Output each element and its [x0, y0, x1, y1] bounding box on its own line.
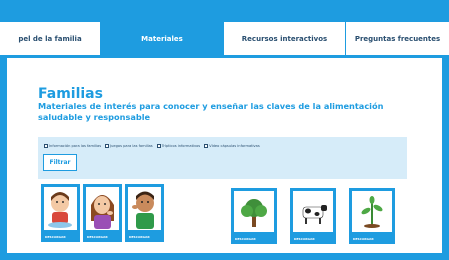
card-download-label: DESCARGAR — [45, 235, 66, 239]
card-download-label: DESCARGAR — [294, 237, 315, 241]
card-download-label: DESCARGAR — [353, 237, 374, 241]
material-card[interactable]: DESCARGAR — [290, 188, 336, 244]
tree-icon — [241, 199, 267, 227]
tab-preguntas-frecuentes[interactable]: Preguntas frecuentes — [346, 22, 449, 55]
tab-materiales[interactable]: Materiales — [101, 22, 223, 55]
filter-option-label: Vídeo cápsulas informativas — [209, 144, 260, 148]
checkbox[interactable] — [204, 144, 209, 148]
filter-option-tripticos[interactable]: Trípticos informativos — [156, 144, 201, 148]
page-subtitle: Materiales de interés para conocer y ens… — [38, 101, 384, 122]
filter-option-video[interactable]: Vídeo cápsulas informativas — [204, 144, 260, 148]
filter-option-label: Trípticos informativos — [161, 144, 201, 148]
cow-icon — [302, 205, 327, 224]
tab-label: Preguntas frecuentes — [354, 34, 441, 43]
girl-thinking-icon — [91, 195, 114, 229]
card-image — [352, 191, 392, 232]
filter-button[interactable]: Filtrar — [43, 154, 77, 171]
material-card[interactable]: DESCARGAR — [41, 184, 80, 242]
card-image — [293, 191, 333, 232]
tab-bar: pel de la familia Materiales Recursos in… — [0, 22, 449, 58]
card-download-label: DESCARGAR — [235, 237, 256, 241]
tab-papel-de-la-familia[interactable]: pel de la familia — [0, 22, 100, 55]
frame-left-border — [0, 58, 7, 260]
tab-label: pel de la familia — [18, 34, 82, 43]
checkbox[interactable] — [156, 144, 161, 148]
tab-recursos-interactivos[interactable]: Recursos interactivos — [224, 22, 345, 55]
filter-panel: Información para las familias Juegos par… — [38, 137, 407, 179]
card-download-label: DESCARGAR — [129, 235, 150, 239]
filter-option-juegos[interactable]: Juegos para las familias — [105, 144, 153, 148]
frame-right-border — [442, 58, 449, 260]
filter-option-label: Información para las familias — [49, 144, 102, 148]
material-card[interactable]: DESCARGAR — [125, 184, 164, 242]
card-image — [86, 187, 119, 230]
material-card[interactable]: DESCARGAR — [83, 184, 122, 242]
card-download-label: DESCARGAR — [87, 235, 108, 239]
tab-label: Recursos interactivos — [241, 34, 328, 43]
checkbox[interactable] — [44, 144, 48, 148]
material-card[interactable]: DESCARGAR — [349, 188, 395, 244]
tab-label: Materiales — [141, 34, 183, 43]
card-image — [128, 187, 161, 230]
card-image — [44, 187, 77, 230]
card-image — [234, 191, 274, 232]
filter-option-label: Juegos para las familias — [110, 144, 153, 148]
top-bar — [0, 0, 449, 22]
frame-bottom-border — [0, 253, 449, 260]
filter-options: Información para las familias Juegos par… — [44, 144, 260, 148]
child-touching-face-icon — [132, 191, 154, 229]
page-title: Familias — [38, 86, 103, 102]
checkbox[interactable] — [105, 144, 110, 148]
plant-sprout-icon — [361, 196, 383, 228]
material-card[interactable]: DESCARGAR — [231, 188, 277, 244]
filter-option-informacion[interactable]: Información para las familias — [44, 144, 101, 148]
child-eating-icon — [48, 192, 72, 228]
